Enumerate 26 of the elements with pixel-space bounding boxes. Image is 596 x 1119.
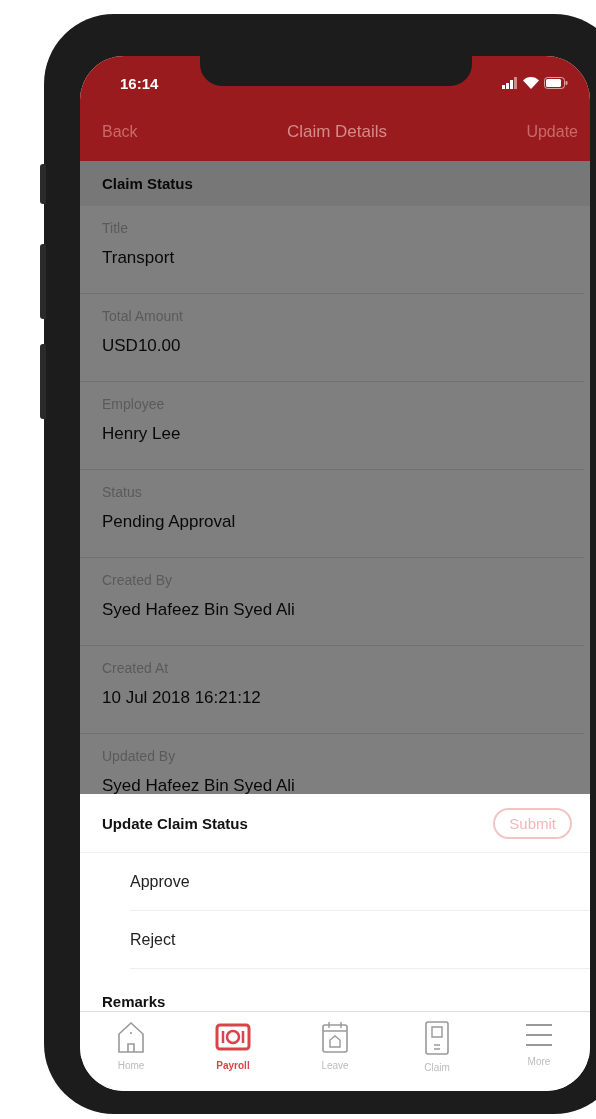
calendar-icon — [319, 1020, 351, 1054]
wifi-icon — [523, 77, 539, 89]
remarks-heading: Remarks — [101, 992, 167, 1010]
field-value: Syed Hafeez Bin Syed Ali — [102, 776, 296, 796]
document-icon — [422, 1020, 452, 1056]
field-value: 10 Jul 2018 16:21:12 — [102, 688, 262, 708]
field-value: Syed Hafeez Bin Syed Ali — [102, 600, 296, 620]
back-button[interactable]: Back — [102, 123, 138, 141]
field-value: USD10.00 — [102, 336, 182, 356]
tab[interactable]: Claim — [402, 1020, 472, 1084]
status-time: 16:14 — [120, 74, 159, 92]
screen-title: Claim Details — [286, 122, 388, 142]
field-value: Transport — [102, 248, 176, 268]
battery-icon — [544, 77, 568, 89]
home-icon — [115, 1020, 147, 1054]
submit-button[interactable]: Submit — [493, 807, 572, 839]
tab[interactable]: Payroll — [198, 1020, 268, 1084]
field-value: Henry Lee — [102, 424, 182, 444]
tab[interactable]: Home — [96, 1020, 166, 1084]
sheet-title: Update Claim Status — [102, 814, 248, 832]
section-title: Claim Status — [102, 175, 193, 192]
tab[interactable]: More — [504, 1020, 574, 1084]
tab[interactable]: Leave — [300, 1020, 370, 1084]
field-value: Pending Approval — [102, 512, 237, 532]
update-button[interactable]: Update — [526, 123, 578, 141]
signal-icon — [502, 77, 518, 89]
